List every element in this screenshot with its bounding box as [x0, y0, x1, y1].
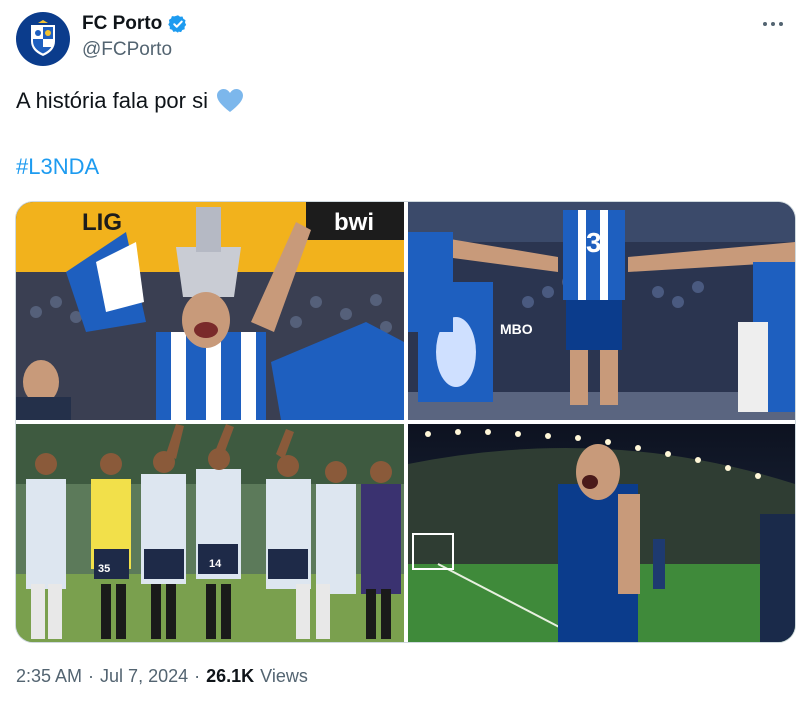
fc-porto-crest-icon	[31, 20, 55, 56]
light-blue-heart-icon	[216, 89, 243, 112]
photo-trophy-lift[interactable]: bwi LIG	[16, 202, 404, 420]
avatar[interactable]	[16, 12, 70, 66]
photo-1-banner-text: LIG	[82, 209, 122, 236]
author-handle[interactable]: @FCPorto	[82, 39, 188, 61]
photo-2-sign-text: MBO	[500, 321, 533, 337]
tweet-time[interactable]: 2:35 AM	[16, 666, 82, 687]
more-options-button[interactable]	[756, 10, 790, 38]
hashtag-link[interactable]: #L3NDA	[16, 154, 99, 180]
meta-separator: ·	[88, 666, 95, 686]
photo-stadium-celebration[interactable]	[408, 424, 795, 642]
tweet-date[interactable]: Jul 7, 2024	[100, 666, 188, 687]
tweet-text-body: A história fala por si	[16, 88, 208, 113]
photo-guard-of-honour[interactable]: MBO 3	[408, 202, 795, 420]
meta-separator: ·	[194, 666, 201, 686]
views-count: 26.1K	[206, 666, 255, 686]
author-display-name[interactable]: FC Porto	[82, 13, 162, 35]
media-grid: bwi LIG MBO 3 35 14	[15, 201, 796, 643]
photo-3-number-a: 35	[98, 563, 110, 575]
verified-badge-icon	[168, 15, 187, 33]
photo-2-jersey-number: 3	[586, 227, 602, 258]
photo-3-number-b: 14	[209, 558, 222, 570]
more-horizontal-icon	[763, 22, 783, 26]
photo-1-sponsor-text: bwi	[334, 209, 374, 236]
photo-team-celebration[interactable]: 35 14	[16, 424, 404, 642]
tweet-author: FC Porto @FCPorto	[82, 13, 188, 61]
views-label: Views	[260, 666, 308, 686]
tweet-meta: 2:35 AM · Jul 7, 2024 · 26.1K Views	[16, 666, 308, 687]
tweet-text: A história fala por si	[16, 88, 244, 114]
